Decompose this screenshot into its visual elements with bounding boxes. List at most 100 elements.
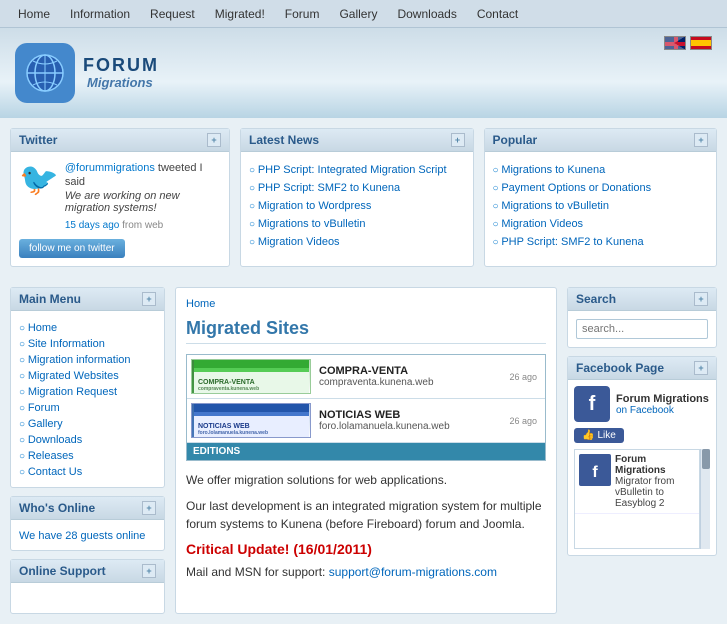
online-support-body bbox=[11, 583, 164, 613]
fb-item-name: Forum Migrations bbox=[615, 454, 695, 476]
search-widget-icon[interactable]: + bbox=[694, 292, 708, 306]
gallery-info-0: COMPRA-VENTA compraventa.kunena.web bbox=[319, 365, 505, 388]
facebook-logo-icon: f bbox=[574, 386, 610, 422]
popular-link-1[interactable]: Payment Options or Donations bbox=[501, 182, 651, 194]
menu-link-migration-info[interactable]: Migration information bbox=[28, 354, 131, 366]
facebook-widget-icon[interactable]: + bbox=[694, 361, 708, 375]
news-link-4[interactable]: Migration Videos bbox=[258, 236, 340, 248]
news-link-2[interactable]: Migration to Wordpress bbox=[258, 200, 372, 212]
online-support-widget: Online Support + bbox=[10, 559, 165, 614]
fb-scroll-content: f Forum Migrations Migrator from vBullet… bbox=[574, 449, 700, 549]
twitter-bird-icon: 🐦 bbox=[19, 160, 59, 198]
fb-item-image: f bbox=[579, 454, 611, 486]
main-menu-widget-icon[interactable]: + bbox=[142, 292, 156, 306]
svg-text:COMPRA-VENTA: COMPRA-VENTA bbox=[198, 379, 255, 386]
scrollbar-thumb[interactable] bbox=[702, 449, 710, 469]
sidebar-item-home: Home bbox=[19, 319, 156, 335]
twitter-time-link[interactable]: 15 days ago bbox=[65, 220, 120, 231]
list-item: Migration Videos bbox=[249, 232, 465, 250]
logo-text: FORUM Migrations bbox=[83, 56, 159, 90]
latest-news-widget-icon[interactable]: + bbox=[451, 133, 465, 147]
support-email[interactable]: support@forum-migrations.com bbox=[329, 565, 497, 579]
center-content: Home Migrated Sites COMPRA-VENTA comprav… bbox=[175, 287, 557, 614]
sidebar-item-migration-info: Migration information bbox=[19, 351, 156, 367]
nav-information[interactable]: Information bbox=[60, 0, 140, 28]
like-button[interactable]: 👍 Like bbox=[574, 428, 624, 443]
breadcrumb: Home bbox=[186, 298, 546, 310]
nav-contact[interactable]: Contact bbox=[467, 0, 528, 28]
sidebar-item-migrated-websites: Migrated Websites bbox=[19, 367, 156, 383]
menu-link-contact[interactable]: Contact Us bbox=[28, 466, 82, 478]
svg-text:compraventa.kunena.web: compraventa.kunena.web bbox=[198, 386, 259, 392]
nav-migrated[interactable]: Migrated! bbox=[205, 0, 275, 28]
popular-widget-body: Migrations to Kunena Payment Options or … bbox=[485, 152, 717, 258]
nav-request[interactable]: Request bbox=[140, 0, 205, 28]
svg-text:f: f bbox=[592, 464, 598, 481]
search-input[interactable] bbox=[576, 319, 708, 339]
news-link-0[interactable]: PHP Script: Integrated Migration Script bbox=[258, 164, 447, 176]
popular-list: Migrations to Kunena Payment Options or … bbox=[493, 160, 709, 250]
menu-link-home[interactable]: Home bbox=[28, 322, 57, 334]
breadcrumb-home[interactable]: Home bbox=[186, 298, 215, 310]
header: FORUM Migrations bbox=[0, 28, 727, 118]
twitter-widget-icon[interactable]: + bbox=[207, 133, 221, 147]
menu-link-migration-request[interactable]: Migration Request bbox=[28, 386, 117, 398]
popular-link-0[interactable]: Migrations to Kunena bbox=[501, 164, 605, 176]
menu-link-migrated-websites[interactable]: Migrated Websites bbox=[28, 370, 119, 382]
online-support-widget-icon[interactable]: + bbox=[142, 564, 156, 578]
follow-button[interactable]: follow me on twitter bbox=[19, 239, 125, 258]
nav-forum[interactable]: Forum bbox=[275, 0, 330, 28]
news-link-1[interactable]: PHP Script: SMF2 to Kunena bbox=[258, 182, 400, 194]
main-menu-header: Main Menu + bbox=[11, 288, 164, 311]
gallery-item-1: NOTICIAS WEB foro.lolamanuela.kunena.web… bbox=[187, 399, 545, 443]
twitter-body: We are working on new migration systems! bbox=[65, 190, 221, 214]
popular-widget-icon[interactable]: + bbox=[694, 133, 708, 147]
menu-link-gallery[interactable]: Gallery bbox=[28, 418, 63, 430]
search-widget: Search + bbox=[567, 287, 717, 348]
search-widget-body bbox=[568, 311, 716, 347]
twitter-widget-body: 🐦 @forummigrations tweeted I said We are… bbox=[11, 152, 229, 266]
nav-gallery[interactable]: Gallery bbox=[329, 0, 387, 28]
gallery-date-0: 26 ago bbox=[505, 370, 541, 384]
popular-link-4[interactable]: PHP Script: SMF2 to Kunena bbox=[501, 236, 643, 248]
menu-link-forum[interactable]: Forum bbox=[28, 402, 60, 414]
svg-text:NOTICIAS WEB: NOTICIAS WEB bbox=[198, 423, 250, 430]
whos-online-body: We have 28 guests online bbox=[11, 520, 164, 550]
gallery-item-0: COMPRA-VENTA compraventa.kunena.web COMP… bbox=[187, 355, 545, 399]
left-sidebar: Main Menu + Home Site Information Migrat… bbox=[10, 287, 165, 614]
flag-uk[interactable] bbox=[664, 36, 686, 50]
twitter-username[interactable]: @forummigrations bbox=[65, 162, 155, 174]
list-item: Migration Videos bbox=[493, 214, 709, 232]
flag-es[interactable] bbox=[690, 36, 712, 50]
gallery-info-1: NOTICIAS WEB foro.lolamanuela.kunena.web bbox=[319, 409, 505, 432]
list-item: PHP Script: SMF2 to Kunena bbox=[493, 232, 709, 250]
nav-home[interactable]: Home bbox=[8, 0, 60, 28]
menu-link-site-info[interactable]: Site Information bbox=[28, 338, 105, 350]
gallery-thumb-0: COMPRA-VENTA compraventa.kunena.web bbox=[191, 359, 311, 394]
list-item: Migrations to Kunena bbox=[493, 160, 709, 178]
whos-online-widget-icon[interactable]: + bbox=[142, 501, 156, 515]
gallery-date-1: 26 ago bbox=[505, 414, 541, 428]
scrollbar-track bbox=[700, 449, 710, 549]
whos-online-header: Who's Online + bbox=[11, 497, 164, 520]
gallery-thumb-1: NOTICIAS WEB foro.lolamanuela.kunena.web bbox=[191, 403, 311, 438]
fb-scroll-area: f Forum Migrations Migrator from vBullet… bbox=[574, 449, 710, 549]
twitter-widget: Twitter + 🐦 @forummigrations tweeted I s… bbox=[10, 128, 230, 267]
list-item: Payment Options or Donations bbox=[493, 178, 709, 196]
nav-downloads[interactable]: Downloads bbox=[387, 0, 466, 28]
fb-scroll-item-0: f Forum Migrations Migrator from vBullet… bbox=[575, 450, 699, 514]
thumbs-up-icon: 👍 bbox=[582, 430, 594, 441]
news-link-3[interactable]: Migrations to vBulletin bbox=[258, 218, 366, 230]
popular-link-2[interactable]: Migrations to vBulletin bbox=[501, 200, 609, 212]
popular-link-3[interactable]: Migration Videos bbox=[501, 218, 583, 230]
menu-link-releases[interactable]: Releases bbox=[28, 450, 74, 462]
sidebar-item-gallery: Gallery bbox=[19, 415, 156, 431]
main-menu-body: Home Site Information Migration informat… bbox=[11, 311, 164, 487]
facebook-widget-header: Facebook Page + bbox=[568, 357, 716, 380]
main-menu-widget: Main Menu + Home Site Information Migrat… bbox=[10, 287, 165, 488]
top-widgets: Twitter + 🐦 @forummigrations tweeted I s… bbox=[0, 118, 727, 277]
menu-link-downloads[interactable]: Downloads bbox=[28, 434, 82, 446]
main-layout: Main Menu + Home Site Information Migrat… bbox=[0, 277, 727, 624]
svg-text:foro.lolamanuela.kunena.web: foro.lolamanuela.kunena.web bbox=[198, 430, 268, 436]
list-item: PHP Script: SMF2 to Kunena bbox=[249, 178, 465, 196]
